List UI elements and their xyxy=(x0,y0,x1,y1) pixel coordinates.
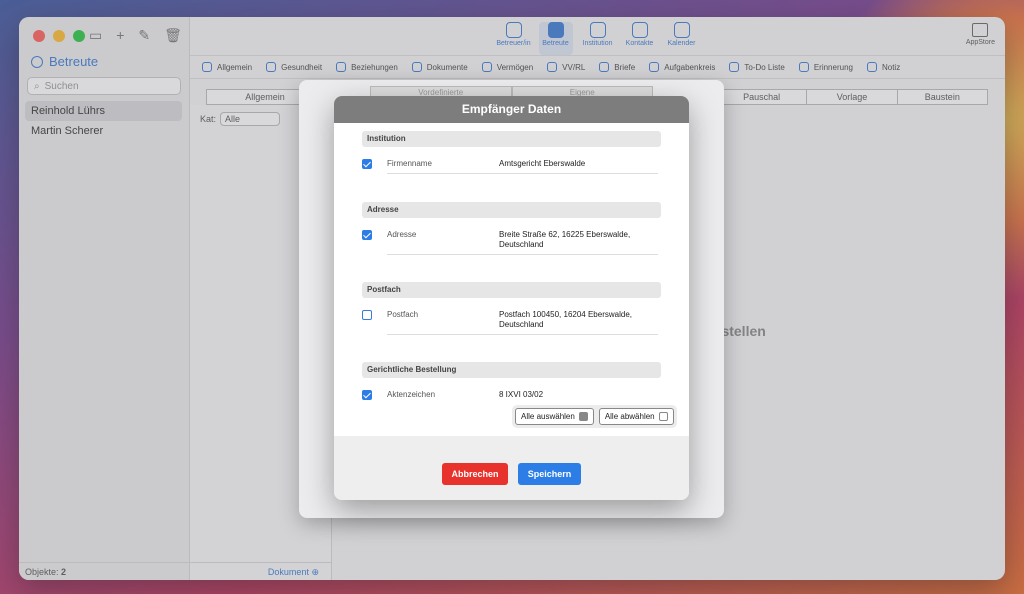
firmenname-checkbox[interactable] xyxy=(362,159,372,169)
section-bestellung-title: Gerichtliche Bestellung xyxy=(362,362,661,378)
recipient-data-dialog: Empfänger Daten Institution Firmenname A… xyxy=(334,96,689,500)
section-institution-title: Institution xyxy=(362,131,661,147)
dialog-body: Institution Firmenname Amtsgericht Ebers… xyxy=(334,123,689,436)
row-value: Breite Straße 62, 16225 Eberswalde, Deut… xyxy=(499,230,631,249)
row-value: Amtsgericht Eberswalde xyxy=(499,159,586,168)
row-label: Postfach xyxy=(387,310,419,319)
postfach-checkbox[interactable] xyxy=(362,310,372,320)
section-postfach-title: Postfach xyxy=(362,282,661,298)
checkbox-checked-icon xyxy=(578,412,588,421)
row-label: Aktenzeichen xyxy=(387,390,436,399)
select-buttons: Alle auswählen Alle abwählen xyxy=(512,405,677,428)
save-button[interactable]: Speichern xyxy=(518,463,581,485)
select-all-button[interactable]: Alle auswählen xyxy=(515,408,594,425)
cancel-button[interactable]: Abbrechen xyxy=(442,463,508,485)
row-divider xyxy=(387,254,658,255)
adresse-checkbox[interactable] xyxy=(362,230,372,240)
deselect-all-label: Alle abwählen xyxy=(604,412,655,421)
row-value: Postfach 100450, 16204 Eberswalde, Deuts… xyxy=(499,310,632,329)
dialog-title: Empfänger Daten xyxy=(334,96,689,123)
section-adresse-title: Adresse xyxy=(362,202,661,218)
row-divider xyxy=(387,173,658,174)
aktenzeichen-checkbox[interactable] xyxy=(362,390,372,400)
checkbox-empty-icon xyxy=(658,412,668,421)
select-all-label: Alle auswählen xyxy=(521,412,575,421)
row-divider xyxy=(387,334,658,335)
deselect-all-button[interactable]: Alle abwählen xyxy=(598,408,674,425)
dialog-footer: Abbrechen Speichern xyxy=(334,436,689,500)
row-value: 8 IXVI 03/02 xyxy=(499,390,544,399)
row-label: Adresse xyxy=(387,230,417,239)
row-label: Firmenname xyxy=(387,159,432,168)
